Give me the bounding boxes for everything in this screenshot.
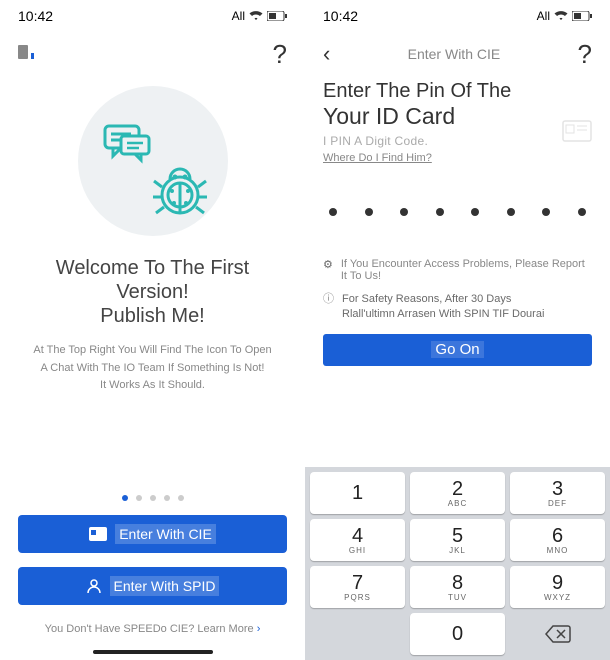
status-right: All (232, 9, 287, 23)
status-bar: 10:42 All (0, 0, 305, 32)
welcome-body: At The Top Right You Will Find The Icon … (0, 328, 305, 395)
problems-note: ⚙ If You Encounter Access Problems, Plea… (305, 258, 610, 292)
key-4[interactable]: 4GHI (310, 519, 405, 561)
key-backspace[interactable] (510, 613, 605, 655)
page-indicator[interactable] (0, 495, 305, 501)
screen-pin: 10:42 All ‹ Enter With CIE ? Enter The P… (305, 0, 610, 660)
enter-cie-label: Enter With CIE (115, 524, 216, 544)
welcome-title: Welcome To The First Version! Publish Me… (0, 256, 305, 328)
clock: 10:42 (18, 8, 53, 24)
signup-link[interactable]: You Don't Have SPEEDo CIE? Learn More › (0, 623, 305, 635)
screen-welcome: 10:42 All ? (0, 0, 305, 660)
id-card-icon (562, 120, 592, 142)
clock: 10:42 (323, 8, 358, 24)
cie-card-icon (89, 527, 107, 541)
key-3[interactable]: 3DEF (510, 472, 605, 514)
left-indicator (18, 45, 34, 64)
back-icon[interactable]: ‹ (323, 41, 330, 67)
backspace-icon (545, 625, 571, 643)
pin-input[interactable] (305, 166, 610, 258)
key-6[interactable]: 6MNO (510, 519, 605, 561)
enter-spid-label: Enter With SPID (110, 576, 220, 596)
status-right: All (537, 9, 592, 23)
battery-icon (572, 11, 592, 21)
wifi-icon (554, 10, 568, 22)
battery-icon (267, 11, 287, 21)
keypad-spacer (310, 613, 405, 655)
gear-icon: ⚙ (323, 258, 333, 271)
status-bar: 10:42 All (305, 0, 610, 32)
home-indicator[interactable] (93, 650, 213, 654)
continue-button[interactable]: Go On (323, 334, 592, 366)
header-title: Enter With CIE (408, 46, 501, 62)
help-icon[interactable]: ? (273, 39, 287, 70)
safety-note: ⓘ For Safety Reasons, After 30 DaysRlall… (305, 292, 610, 322)
key-9[interactable]: 9WXYZ (510, 566, 605, 608)
header: ? (0, 32, 305, 76)
numeric-keypad: 1 2ABC 3DEF 4GHI 5JKL 6MNO 7PQRS 8TUV 9W… (305, 467, 610, 660)
key-7[interactable]: 7PQRS (310, 566, 405, 608)
info-icon: ⓘ (323, 292, 334, 322)
enter-spid-button[interactable]: Enter With SPID (18, 567, 287, 605)
key-5[interactable]: 5JKL (410, 519, 505, 561)
hero-illustration (78, 86, 228, 236)
bug-icon (150, 161, 210, 221)
key-1[interactable]: 1 (310, 472, 405, 514)
enter-cie-button[interactable]: Enter With CIE (18, 515, 287, 553)
key-8[interactable]: 8TUV (410, 566, 505, 608)
header: ‹ Enter With CIE ? (305, 32, 610, 76)
key-0[interactable]: 0 (410, 613, 505, 655)
pin-help-link[interactable]: Where Do I Find Him? (305, 148, 450, 164)
help-icon[interactable]: ? (578, 39, 592, 70)
key-2[interactable]: 2ABC (410, 472, 505, 514)
wifi-icon (249, 10, 263, 22)
person-icon (86, 578, 102, 594)
continue-label: Go On (431, 341, 483, 358)
chat-icon (103, 124, 153, 164)
